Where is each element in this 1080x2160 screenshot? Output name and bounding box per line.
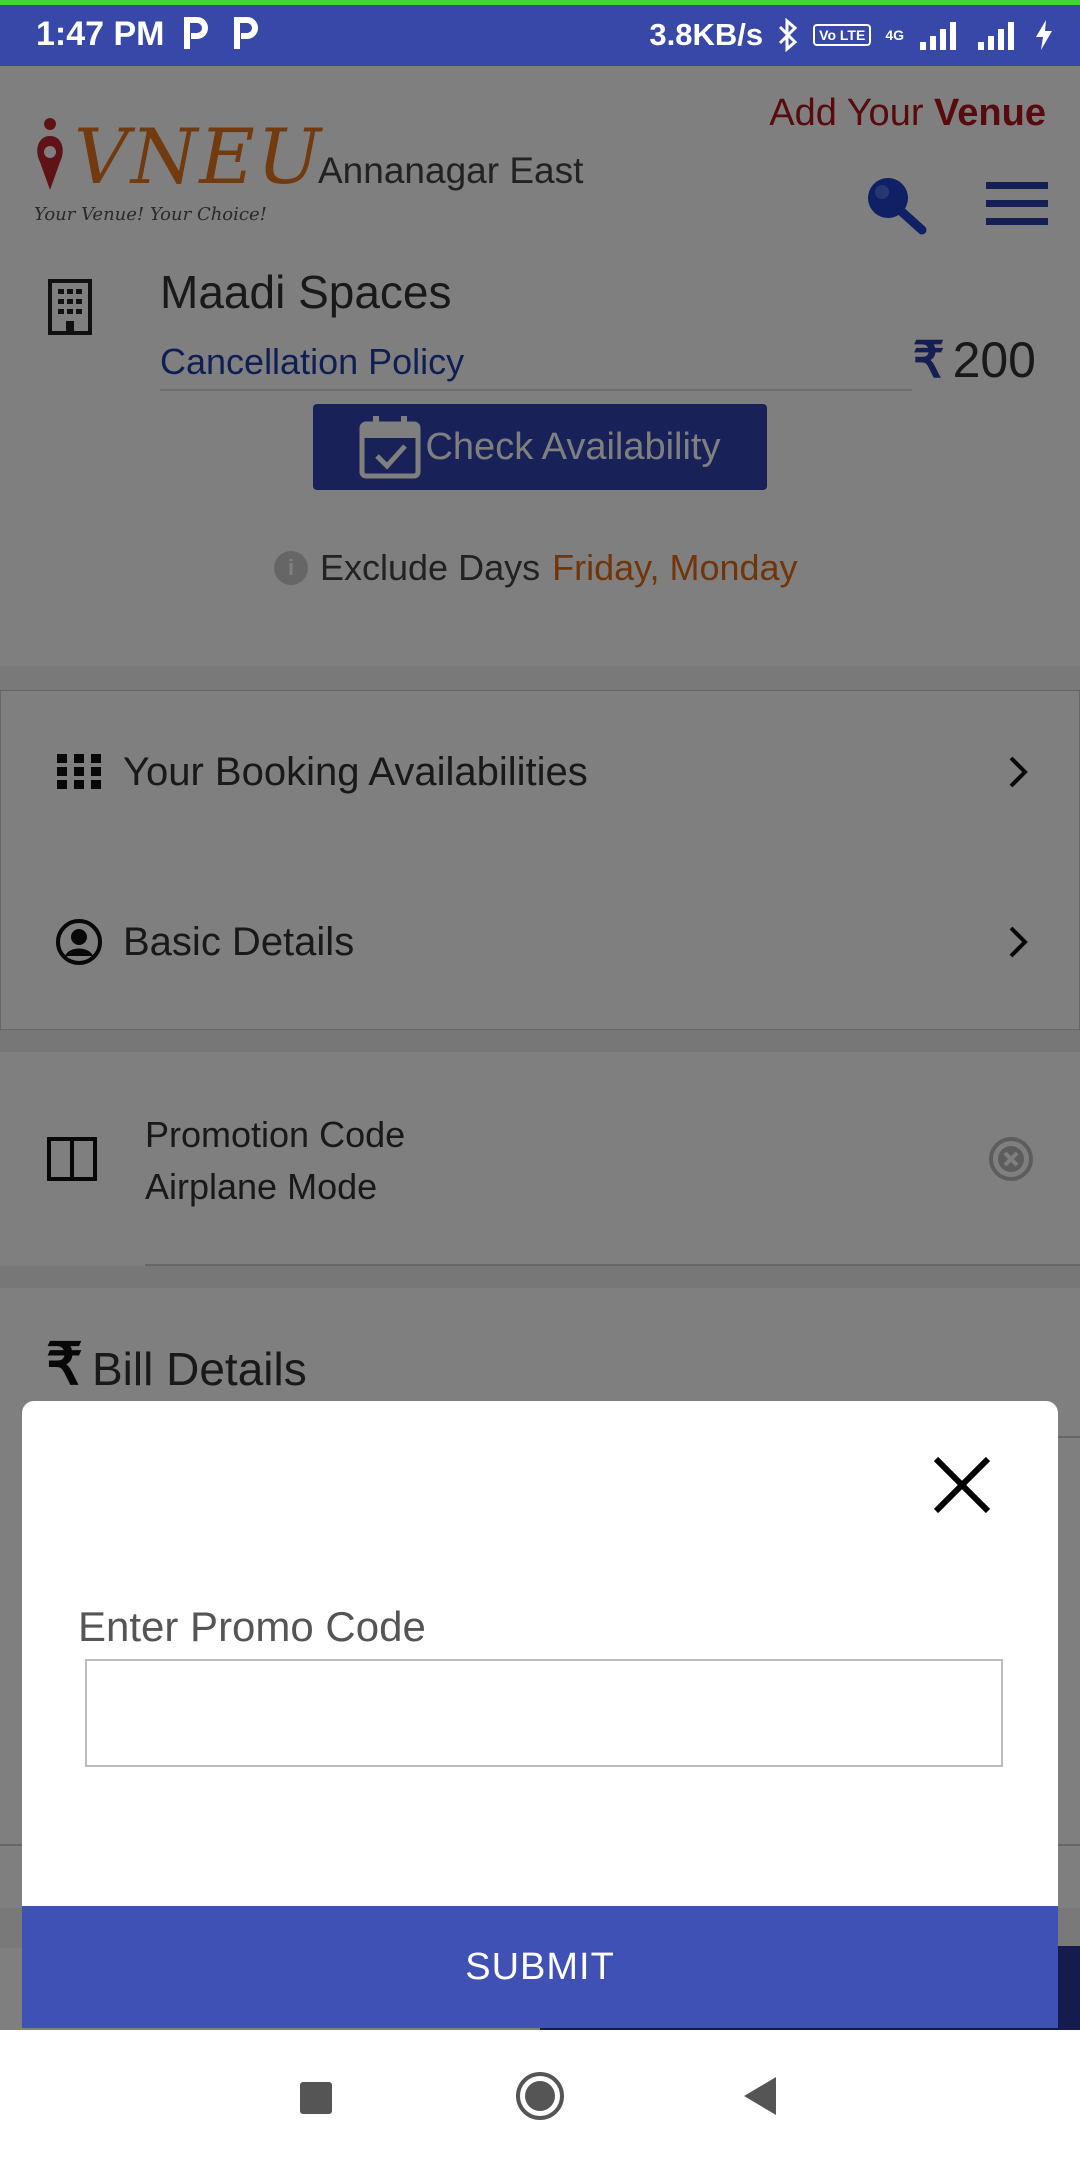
promo-code-label: Enter Promo Code xyxy=(78,1603,426,1650)
bluetooth-icon xyxy=(779,18,798,52)
promo-code-dialog: Enter Promo Code SUBMIT xyxy=(22,1401,1058,2028)
charging-icon xyxy=(1036,20,1052,50)
signal-icon xyxy=(978,22,1014,50)
close-icon[interactable] xyxy=(930,1453,994,1517)
recents-icon[interactable] xyxy=(300,2082,332,2114)
status-bar: 1:47 PM 3.8KB/s Vo LTE 4G xyxy=(0,0,1080,66)
network-speed: 3.8KB/s xyxy=(649,17,764,52)
system-nav-bar xyxy=(0,2030,1080,2160)
parking-p-icon xyxy=(184,17,208,49)
network-type: 4G xyxy=(885,27,904,43)
signal-icon xyxy=(920,22,956,50)
back-icon[interactable] xyxy=(740,2074,780,2118)
status-time: 1:47 PM xyxy=(36,15,165,53)
promo-code-input[interactable] xyxy=(85,1659,1003,1767)
home-icon[interactable] xyxy=(514,2070,566,2122)
volte-icon: Vo LTE xyxy=(813,24,872,46)
submit-button[interactable]: SUBMIT xyxy=(22,1906,1058,2028)
parking-p-icon xyxy=(234,17,258,49)
